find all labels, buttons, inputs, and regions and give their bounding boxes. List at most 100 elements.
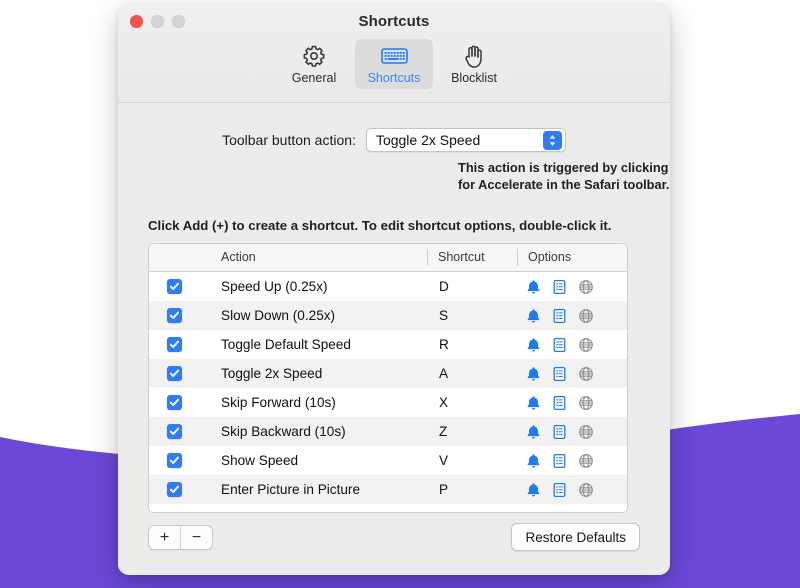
checkbox-checked-icon[interactable] xyxy=(167,482,182,497)
row-options-cell xyxy=(517,394,627,411)
bell-icon[interactable] xyxy=(525,365,542,382)
globe-icon[interactable] xyxy=(577,365,594,382)
row-enable-cell xyxy=(149,482,211,497)
row-options-cell xyxy=(517,336,627,353)
toolbar-action-label: Toolbar button action: xyxy=(222,132,356,148)
row-shortcut-key: R xyxy=(439,337,449,352)
tab-shortcuts[interactable]: Shortcuts xyxy=(355,39,433,89)
bell-icon[interactable] xyxy=(525,278,542,295)
header-action[interactable]: Action xyxy=(211,249,427,266)
row-shortcut-key: Z xyxy=(439,424,448,439)
add-remove-segmented-control: + − xyxy=(148,525,213,550)
row-action-label: Enter Picture in Picture xyxy=(221,482,361,497)
preferences-window: Shortcuts General Shortcuts Blocklist To… xyxy=(118,3,670,575)
row-action-label: Speed Up (0.25x) xyxy=(221,279,328,294)
toolbar-action-hint: This action is triggered by clicking the… xyxy=(458,159,670,193)
row-shortcut-key: P xyxy=(439,482,449,497)
toolbar-action-value: Toggle 2x Speed xyxy=(375,132,481,148)
window-titlebar: Shortcuts General Shortcuts Blocklist xyxy=(118,3,670,103)
checkbox-checked-icon[interactable] xyxy=(167,308,182,323)
note-icon[interactable] xyxy=(551,307,568,324)
row-action-label: Toggle Default Speed xyxy=(221,337,351,352)
bell-icon[interactable] xyxy=(525,307,542,324)
table-row[interactable]: Enter Picture in Picture P xyxy=(149,475,627,504)
add-shortcut-button[interactable]: + xyxy=(149,526,180,549)
bell-icon[interactable] xyxy=(525,481,542,498)
row-enable-cell xyxy=(149,279,211,294)
note-icon[interactable] xyxy=(551,336,568,353)
row-enable-cell xyxy=(149,453,211,468)
checkbox-checked-icon[interactable] xyxy=(167,279,182,294)
toolbar-action-row: Toolbar button action: Toggle 2x Speed xyxy=(118,128,670,152)
note-icon[interactable] xyxy=(551,365,568,382)
globe-icon[interactable] xyxy=(577,423,594,440)
checkbox-checked-icon[interactable] xyxy=(167,395,182,410)
row-enable-cell xyxy=(149,424,211,439)
row-options-cell xyxy=(517,423,627,440)
chevron-updown-icon[interactable] xyxy=(542,131,562,150)
toolbar-action-select[interactable]: Toggle 2x Speed xyxy=(365,128,566,152)
tab-shortcuts-label: Shortcuts xyxy=(367,71,421,85)
bell-icon[interactable] xyxy=(525,423,542,440)
row-enable-cell xyxy=(149,366,211,381)
table-row[interactable]: Skip Forward (10s) X xyxy=(149,388,627,417)
note-icon[interactable] xyxy=(551,423,568,440)
bell-icon[interactable] xyxy=(525,394,542,411)
row-shortcut-key: V xyxy=(439,453,449,468)
row-shortcut-key: X xyxy=(439,395,449,410)
row-options-cell xyxy=(517,307,627,324)
remove-shortcut-button[interactable]: − xyxy=(180,526,212,549)
note-icon[interactable] xyxy=(551,452,568,469)
header-shortcut[interactable]: Shortcut xyxy=(427,249,517,266)
row-action-label: Skip Forward (10s) xyxy=(221,395,336,410)
table-row[interactable]: Skip Backward (10s) Z xyxy=(149,417,627,446)
row-action-label: Slow Down (0.25x) xyxy=(221,308,336,323)
globe-icon[interactable] xyxy=(577,452,594,469)
row-enable-cell xyxy=(149,337,211,352)
table-row[interactable]: Speed Up (0.25x) D xyxy=(149,272,627,301)
row-action-label: Toggle 2x Speed xyxy=(221,366,323,381)
globe-icon[interactable] xyxy=(577,481,594,498)
table-row[interactable]: Show Speed V xyxy=(149,446,627,475)
row-action-label: Skip Backward (10s) xyxy=(221,424,346,439)
gear-icon xyxy=(302,43,326,69)
note-icon[interactable] xyxy=(551,481,568,498)
row-options-cell xyxy=(517,481,627,498)
row-options-cell xyxy=(517,278,627,295)
window-title: Shortcuts xyxy=(358,13,430,30)
globe-icon[interactable] xyxy=(577,278,594,295)
row-shortcut-key: A xyxy=(439,366,449,381)
header-options[interactable]: Options xyxy=(517,249,627,266)
checkbox-checked-icon[interactable] xyxy=(167,337,182,352)
bell-icon[interactable] xyxy=(525,452,542,469)
tab-general[interactable]: General xyxy=(275,39,353,89)
note-icon[interactable] xyxy=(551,278,568,295)
note-icon[interactable] xyxy=(551,394,568,411)
checkbox-checked-icon[interactable] xyxy=(167,424,182,439)
row-action-label: Show Speed xyxy=(221,453,299,468)
table-row[interactable]: Toggle Default Speed R xyxy=(149,330,627,359)
toolbar-action-hint-line1: This action is triggered by clicking the… xyxy=(458,160,670,175)
toolbar-action-hint-line2: for Accelerate in the Safari toolbar. xyxy=(458,177,670,192)
globe-icon[interactable] xyxy=(577,394,594,411)
checkbox-checked-icon[interactable] xyxy=(167,366,182,381)
keyboard-icon xyxy=(380,43,408,69)
shortcut-list-hint: Click Add (+) to create a shortcut. To e… xyxy=(148,218,612,233)
toolbar-tabs: General Shortcuts Blocklist xyxy=(118,39,670,89)
globe-icon[interactable] xyxy=(577,307,594,324)
table-row[interactable]: Slow Down (0.25x) S xyxy=(149,301,627,330)
table-body: Speed Up (0.25x) D Slow Down (0.25x) S Toggl… xyxy=(149,272,627,504)
shortcuts-table: Action Shortcut Options Speed Up (0.25x)… xyxy=(148,243,628,513)
window-content: Toolbar button action: Toggle 2x Speed T… xyxy=(118,103,670,575)
row-shortcut-key: S xyxy=(439,308,449,323)
table-header-row: Action Shortcut Options xyxy=(149,244,627,272)
header-checkbox-column xyxy=(149,249,211,266)
globe-icon[interactable] xyxy=(577,336,594,353)
screenshot-root: Shortcuts General Shortcuts Blocklist To… xyxy=(0,0,800,588)
table-row[interactable]: Toggle 2x Speed A xyxy=(149,359,627,388)
restore-defaults-button[interactable]: Restore Defaults xyxy=(511,523,640,551)
bell-icon[interactable] xyxy=(525,336,542,353)
row-options-cell xyxy=(517,452,627,469)
checkbox-checked-icon[interactable] xyxy=(167,453,182,468)
tab-blocklist[interactable]: Blocklist xyxy=(435,39,513,89)
